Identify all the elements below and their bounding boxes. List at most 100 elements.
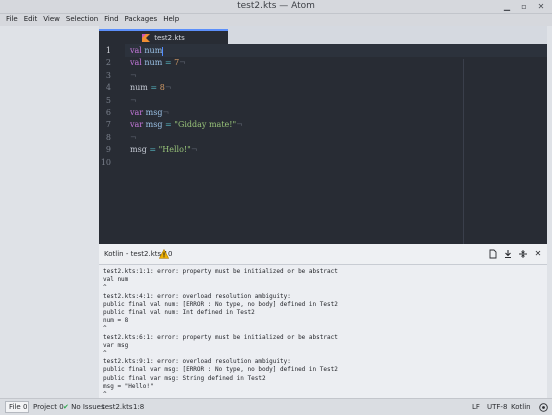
code-token: var: [130, 120, 146, 130]
copy-output-icon[interactable]: [488, 249, 498, 259]
right-dock: [547, 26, 552, 398]
code-token: val: [130, 46, 145, 55]
code-editor[interactable]: 1 val num 2 val num = 7¬ 3 ¬ 4 num = 8¬ 5 ¬ 6 var m…: [99, 44, 547, 244]
line-number: 2: [105, 58, 111, 68]
code-token: =: [162, 120, 175, 130]
code-token: num: [144, 58, 163, 68]
code-token: val: [130, 58, 145, 68]
code-token: ¬: [179, 58, 186, 68]
line-number: 6: [105, 108, 111, 117]
check-icon: ✔: [63, 403, 69, 411]
code-token: ¬: [130, 95, 137, 105]
menu-file[interactable]: File: [3, 14, 21, 26]
output-line: test2.kts:6:1: error: property must be i…: [103, 333, 338, 341]
text-cursor: [162, 46, 164, 56]
code-token: num: [130, 83, 148, 93]
tab-bar: test2.kts: [99, 26, 547, 44]
warning-icon[interactable]: [159, 249, 169, 259]
code-token: msg: [145, 108, 163, 117]
menu-selection[interactable]: Selection: [63, 14, 101, 26]
code-token: =: [162, 58, 175, 68]
output-line: num = 8: [103, 317, 129, 325]
code-token: ¬: [164, 83, 172, 93]
project-tab[interactable]: Project 0: [33, 403, 64, 411]
code-token: =: [147, 83, 160, 93]
encoding[interactable]: UTF-8: [487, 403, 507, 411]
code-token: msg: [130, 145, 147, 155]
code-token: ¬: [236, 120, 243, 130]
output-line: public final val num: [ERROR : No type, …: [103, 300, 338, 308]
status-bar: File 0 Project 0 ✔ No Issues test2.kts 1…: [0, 398, 552, 415]
close-icon[interactable]: ✕: [536, 2, 546, 12]
line-number: 5: [105, 95, 111, 105]
code-token: ¬: [190, 145, 198, 155]
code-line[interactable]: val num: [130, 46, 164, 56]
menu-bar: File Edit View Selection Find Packages H…: [0, 14, 552, 26]
output-line: public final var msg: [ERROR : No type, …: [103, 366, 338, 374]
kotlin-icon: [142, 33, 151, 42]
grammar[interactable]: Kotlin: [511, 403, 531, 411]
output-line: msg = "Hello!": [103, 382, 154, 390]
menu-help[interactable]: Help: [160, 14, 182, 26]
code-token: num: [144, 46, 163, 55]
close-panel-icon[interactable]: ✕: [533, 249, 543, 259]
code-token: "Hello!": [158, 145, 191, 155]
code-line[interactable]: var msg¬: [130, 108, 169, 117]
code-line[interactable]: msg = "Hello!"¬: [130, 145, 198, 154]
code-line[interactable]: ¬: [130, 71, 137, 80]
wrap-guide: [463, 59, 464, 244]
cursor-position[interactable]: 1:8: [133, 403, 144, 411]
script-panel-header: Kotlin - test2.kts:10 ✕: [99, 244, 547, 265]
output-line: test2.kts:4:1: error: overload resolutio…: [103, 292, 291, 300]
code-token: ¬: [130, 132, 137, 142]
maximize-icon[interactable]: ▫: [519, 2, 529, 12]
collapse-icon[interactable]: [518, 249, 528, 259]
output-line: ^: [103, 350, 107, 358]
output-line: test2.kts:9:1: error: overload resolutio…: [103, 358, 291, 366]
output-line: val num: [103, 276, 129, 284]
code-token: "Gidday mate!": [174, 120, 237, 130]
code-line[interactable]: ¬: [130, 133, 137, 142]
linter-status[interactable]: ✔ No Issues: [63, 403, 105, 411]
line-number: 3: [105, 70, 111, 80]
menu-packages[interactable]: Packages: [122, 14, 161, 26]
file-tab[interactable]: File 0: [5, 401, 29, 413]
status-filename[interactable]: test2.kts: [102, 403, 133, 411]
title-bar: test2.kts — Atom ▁ ▫ ✕: [0, 0, 552, 14]
output-line: public final val num: Int defined in Tes…: [103, 309, 255, 317]
line-number: 10: [100, 157, 111, 167]
code-line[interactable]: num = 8¬: [130, 83, 171, 92]
left-dock: [0, 26, 99, 398]
line-ending[interactable]: LF: [472, 403, 480, 411]
menu-edit[interactable]: Edit: [21, 14, 41, 26]
code-token: ¬: [130, 70, 137, 80]
code-line[interactable]: var msg = "Gidday mate!"¬: [130, 120, 243, 129]
output-line: public final var msg: String defined in …: [103, 374, 266, 382]
line-number: 9: [105, 145, 111, 155]
code-token: msg: [145, 120, 163, 130]
script-output: test2.kts:1:1: error: property must be i…: [99, 265, 547, 398]
line-number: 8: [105, 132, 111, 142]
code-line[interactable]: ¬: [130, 96, 137, 105]
tab-label: test2.kts: [154, 33, 185, 42]
output-line: ^: [103, 325, 107, 333]
code-token: var: [130, 108, 146, 117]
active-line-highlight: [99, 44, 547, 57]
output-line: ^: [103, 391, 107, 398]
code-token: =: [146, 145, 159, 155]
minimize-icon[interactable]: ▁: [502, 2, 512, 12]
github-icon[interactable]: [539, 403, 548, 414]
line-number: 7: [105, 120, 111, 130]
tab-test2-kts[interactable]: test2.kts: [99, 29, 228, 44]
menu-find[interactable]: Find: [101, 14, 121, 26]
download-icon[interactable]: [503, 249, 513, 259]
code-line[interactable]: val num = 7¬: [130, 58, 186, 67]
output-line: var msg: [103, 341, 129, 349]
code-token: ¬: [162, 108, 170, 117]
file-label: File 0: [9, 403, 28, 411]
output-line: ^: [103, 284, 107, 292]
output-line: test2.kts:1:1: error: property must be i…: [103, 268, 338, 275]
line-number: 1: [105, 46, 111, 55]
line-number: 4: [105, 83, 111, 93]
menu-view[interactable]: View: [40, 14, 63, 26]
